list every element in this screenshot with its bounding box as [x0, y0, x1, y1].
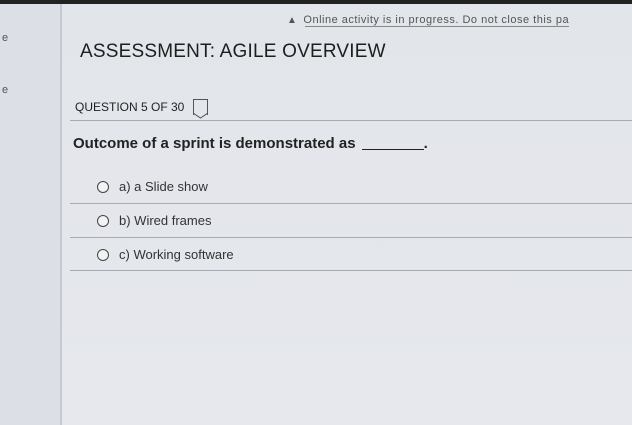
- option-divider: [70, 237, 632, 238]
- option-divider: [70, 270, 632, 271]
- question-text: Outcome of a sprint is demonstrated as.: [73, 135, 428, 152]
- option-a[interactable]: a) a Slide show: [97, 179, 208, 194]
- answer-blank: [361, 149, 424, 150]
- option-c[interactable]: c) Working software: [97, 247, 234, 262]
- option-label: c) Working software: [119, 247, 234, 262]
- question-counter: QUESTION 5 OF 30: [75, 100, 185, 114]
- option-divider: [70, 203, 632, 204]
- option-label: b) Wired frames: [119, 213, 212, 228]
- banner-divider: [305, 26, 570, 27]
- left-panel: e e: [0, 4, 62, 425]
- left-panel-chevron-top[interactable]: e: [2, 32, 8, 44]
- question-suffix: .: [423, 135, 428, 152]
- radio-button[interactable]: [97, 248, 109, 261]
- bookmark-icon[interactable]: [193, 99, 209, 119]
- banner-text: Online activity is in progress. Do not c…: [303, 14, 570, 26]
- question-header: QUESTION 5 OF 30: [75, 99, 209, 119]
- header-divider: [70, 120, 632, 121]
- radio-button[interactable]: [97, 214, 109, 227]
- radio-button[interactable]: [97, 180, 109, 193]
- left-panel-chevron-bottom[interactable]: e: [2, 84, 8, 96]
- assessment-panel: ▲ Online activity is in progress. Do not …: [62, 4, 632, 425]
- question-stem: Outcome of a sprint is demonstrated as: [73, 135, 356, 152]
- warning-icon: ▲: [287, 15, 298, 26]
- page-title: ASSESSMENT: AGILE OVERVIEW: [80, 41, 386, 62]
- option-b[interactable]: b) Wired frames: [97, 213, 211, 228]
- progress-banner: ▲ Online activity is in progress. Do not …: [287, 14, 570, 27]
- option-label: a) a Slide show: [119, 179, 208, 194]
